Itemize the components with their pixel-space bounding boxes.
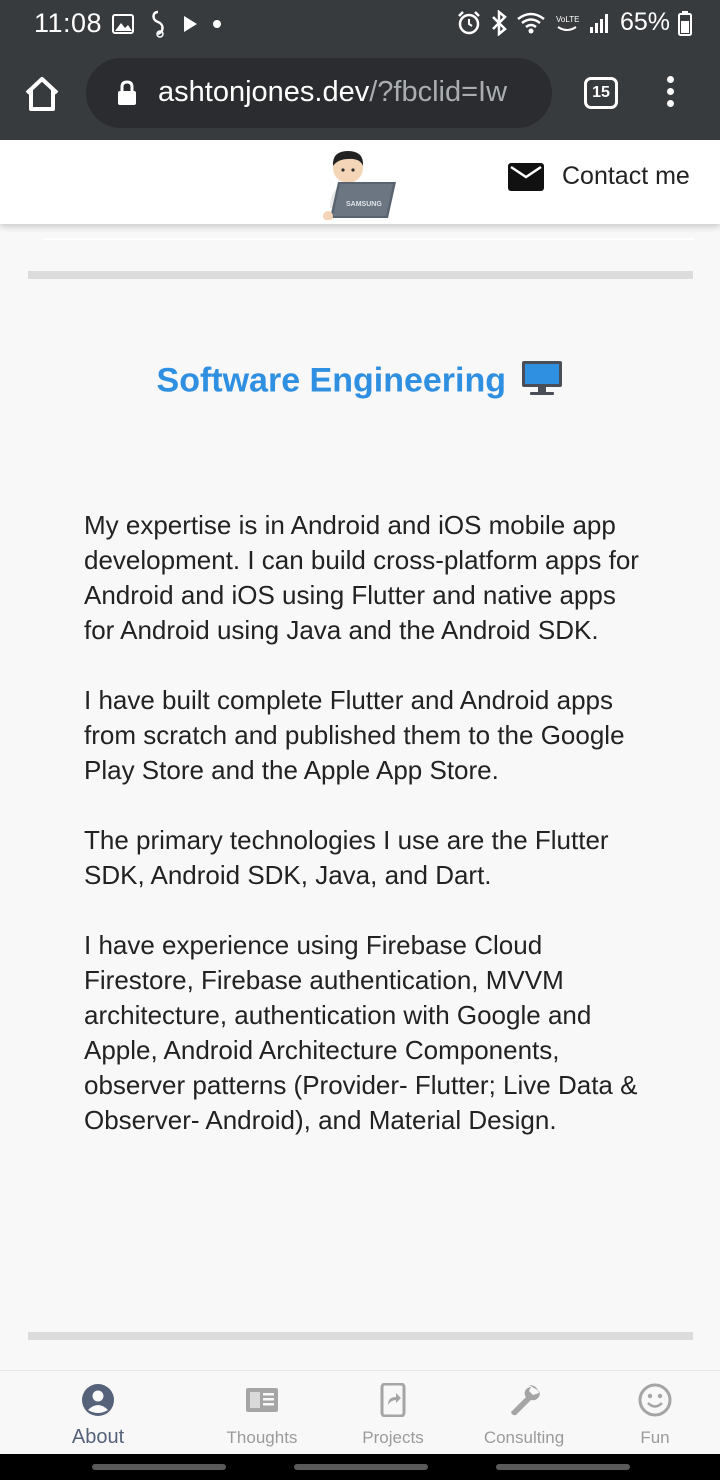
status-icons-left — [112, 10, 222, 38]
nav-item-projects[interactable]: Projects — [333, 1382, 453, 1448]
section-body: My expertise is in Android and iOS mobil… — [84, 508, 644, 1173]
status-icons-right: VoLTE 65% — [456, 8, 692, 37]
paragraph-technologies: The primary technologies I use are the F… — [84, 825, 609, 890]
nav-item-thoughts[interactable]: Thoughts — [202, 1383, 322, 1448]
section-title: Software Engineering — [0, 360, 720, 405]
contact-me-label: Contact me — [562, 162, 690, 190]
bluetooth-icon — [490, 9, 508, 36]
desktop-computer-icon — [521, 360, 563, 405]
lock-icon — [116, 80, 138, 111]
url-path: /?fbclid=Iw — [369, 76, 508, 108]
url-bar[interactable]: ashtonjones.dev/?fbclid=Iw — [86, 58, 552, 128]
status-time: 11:08 — [34, 8, 103, 38]
article-icon — [246, 1388, 278, 1412]
gesture-back-handle[interactable] — [92, 1464, 226, 1470]
nav-label-projects: Projects — [362, 1428, 424, 1447]
url-domain: ashtonjones.dev — [158, 76, 370, 108]
system-gesture-bar — [0, 1454, 720, 1480]
nav-label-consulting: Consulting — [483, 1428, 565, 1447]
play-icon — [182, 15, 198, 33]
paragraph-published-apps: I have built complete Flutter and Androi… — [84, 685, 625, 785]
svg-text:VoLTE: VoLTE — [556, 15, 579, 24]
dot-icon — [212, 19, 222, 29]
account-circle-icon — [82, 1384, 114, 1416]
volte-icon: VoLTE — [554, 11, 580, 35]
wrench-icon — [511, 1385, 540, 1416]
contact-me-link[interactable]: Contact me — [508, 162, 690, 191]
nav-item-about[interactable]: About — [38, 1383, 158, 1449]
smiley-icon — [638, 1383, 672, 1417]
developer-avatar-logo[interactable]: SAMSUNG — [318, 146, 400, 221]
paragraph-expertise: My expertise is in Android and iOS mobil… — [84, 510, 639, 645]
gallery-icon — [112, 14, 134, 34]
battery-icon — [678, 10, 692, 36]
nav-label-about: About — [71, 1426, 125, 1448]
tab-switcher-button[interactable]: 15 — [584, 77, 618, 109]
signal-icon — [588, 11, 612, 35]
overflow-menu-button[interactable] — [662, 76, 678, 110]
paragraph-experience: I have experience using Firebase Cloud F… — [84, 930, 638, 1135]
section-top-line — [44, 238, 694, 240]
bottom-navigation: About Thoughts Projects Consulting Fun — [0, 1370, 720, 1454]
section-divider-top — [28, 271, 693, 279]
nav-item-fun[interactable]: Fun — [595, 1383, 715, 1448]
nav-item-consulting[interactable]: Consulting — [464, 1383, 584, 1448]
gesture-recents-handle[interactable] — [496, 1464, 630, 1470]
nav-label-thoughts: Thoughts — [226, 1428, 298, 1447]
sim-icon — [148, 10, 168, 38]
browser-toolbar: ashtonjones.dev/?fbclid=Iw 15 — [0, 46, 720, 140]
home-icon — [25, 77, 59, 111]
menu-dot-icon — [666, 88, 674, 95]
wifi-icon — [516, 11, 546, 35]
phone-share-icon — [380, 1382, 406, 1418]
logo-laptop-text: SAMSUNG — [346, 201, 382, 208]
gesture-home-handle[interactable] — [294, 1464, 428, 1470]
site-header: SAMSUNG Contact me — [0, 140, 720, 224]
nav-label-fun: Fun — [640, 1428, 670, 1447]
battery-percent: 65% — [619, 8, 670, 36]
menu-dot-icon — [666, 76, 674, 83]
alarm-icon — [456, 10, 482, 36]
section-divider-bottom — [28, 1332, 693, 1340]
section-title-text: Software Engineering — [156, 361, 507, 400]
status-bar: 11:08 VoLTE 65% — [0, 0, 720, 46]
mail-icon — [508, 162, 544, 191]
menu-dot-icon — [666, 100, 674, 107]
url-text[interactable]: ashtonjones.dev/?fbclid=Iw — [158, 76, 538, 109]
home-button[interactable] — [22, 74, 62, 114]
